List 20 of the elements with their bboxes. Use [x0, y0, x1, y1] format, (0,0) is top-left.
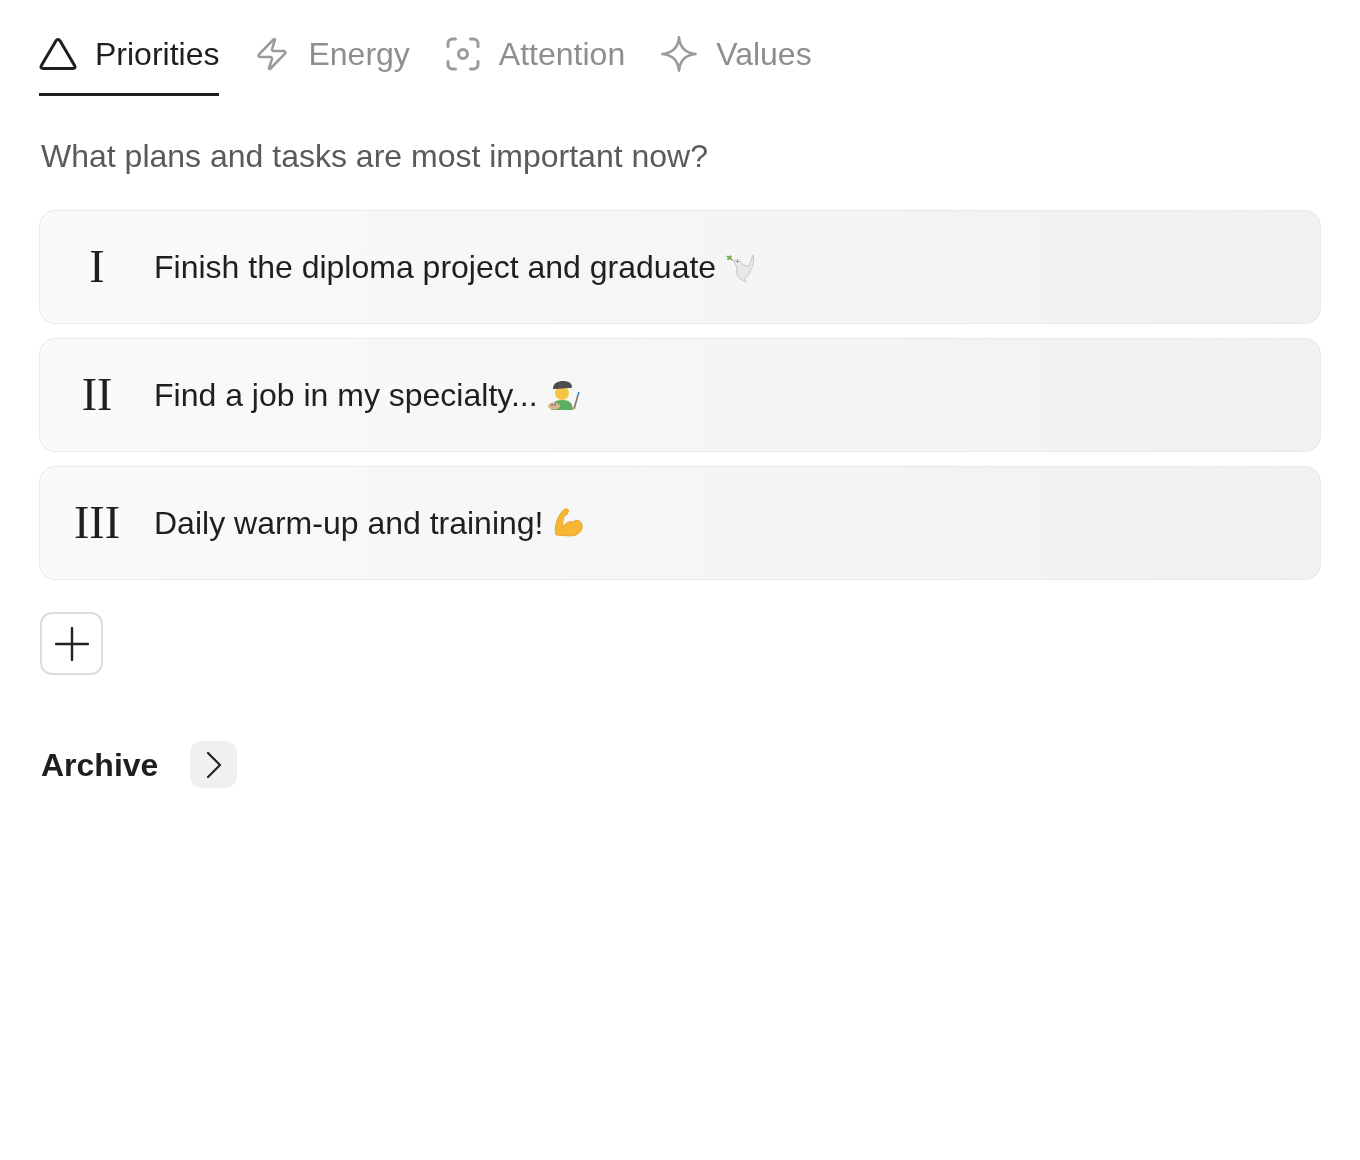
triangle-icon — [39, 37, 77, 71]
focus-frame-icon — [444, 36, 481, 72]
chevron-right-icon — [205, 750, 222, 779]
priority-text: Find a job in my specialty... — [154, 376, 538, 414]
plus-icon — [54, 626, 89, 661]
priority-card[interactable]: II Find a job in my specialty... — [39, 338, 1321, 452]
priority-text: Daily warm-up and training! — [154, 504, 544, 542]
roman-numeral: III — [73, 497, 121, 549]
roman-numeral: I — [88, 241, 106, 293]
priority-card[interactable]: III Daily warm-up and training! — [39, 466, 1321, 580]
question-text: What plans and tasks are most important now? — [40, 138, 709, 174]
expand-button[interactable] — [190, 741, 238, 788]
artist-icon — [545, 379, 580, 411]
sparkle-icon — [660, 35, 699, 73]
priority-card[interactable]: I Finish the diploma project and graduate — [39, 210, 1321, 324]
add-button[interactable] — [40, 612, 103, 675]
tab[interactable]: Priorities — [39, 34, 220, 96]
archive-heading: Archive — [41, 746, 159, 783]
priority-text: Finish the diploma project and graduate — [154, 248, 717, 286]
roman-numeral: II — [80, 369, 114, 421]
